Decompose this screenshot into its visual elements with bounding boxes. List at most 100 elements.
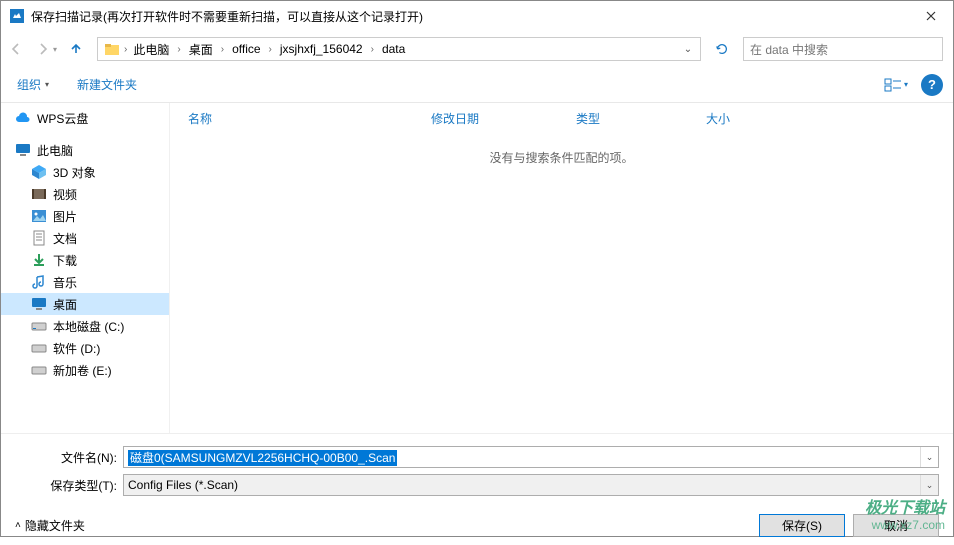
up-button[interactable]: [61, 34, 91, 64]
refresh-icon: [715, 42, 729, 56]
arrow-up-icon: [68, 41, 84, 57]
column-size[interactable]: 大小: [706, 110, 786, 127]
sidebar-item-label: 视频: [53, 186, 77, 203]
sidebar-item-label: 文档: [53, 230, 77, 247]
search-input[interactable]: 在 data 中搜索: [743, 37, 943, 61]
filename-label: 文件名(N):: [15, 449, 123, 466]
sidebar-item-music[interactable]: 音乐: [1, 271, 169, 293]
sidebar-item-thispc[interactable]: 此电脑: [1, 139, 169, 161]
sidebar-item-pictures[interactable]: 图片: [1, 205, 169, 227]
refresh-button[interactable]: [705, 37, 739, 61]
organize-label: 组织: [17, 76, 41, 93]
sidebar-item-label: 桌面: [53, 296, 77, 313]
crumb-thispc[interactable]: 此电脑: [127, 39, 175, 60]
chevron-right-icon: ›: [221, 44, 224, 55]
main-area: WPS云盘 此电脑 3D 对象 视频 图片 文档 下载 音乐: [1, 103, 953, 433]
close-button[interactable]: [908, 1, 953, 31]
forward-button[interactable]: ▾: [31, 34, 61, 64]
address-bar[interactable]: › 此电脑 › 桌面 › office › jxsjhxfj_156042 › …: [97, 37, 701, 61]
sidebar-item-label: 图片: [53, 208, 77, 225]
action-row: ˄ 隐藏文件夹 保存(S) 取消: [15, 514, 939, 537]
filename-dropdown[interactable]: ⌄: [920, 447, 938, 467]
cancel-button[interactable]: 取消: [853, 514, 939, 537]
filename-field[interactable]: 磁盘0(SAMSUNGMZVL2256HCHQ-00B00_.Scan ⌄: [123, 446, 939, 468]
column-headers: 名称 修改日期 类型 大小: [170, 103, 953, 133]
app-icon: [9, 8, 25, 24]
sidebar-item-label: 本地磁盘 (C:): [53, 318, 124, 335]
filetype-label: 保存类型(T):: [15, 477, 123, 494]
sidebar-item-disk-e[interactable]: 新加卷 (E:): [1, 359, 169, 381]
bottom-panel: 文件名(N): 磁盘0(SAMSUNGMZVL2256HCHQ-00B00_.S…: [1, 433, 953, 545]
column-type[interactable]: 类型: [576, 110, 706, 127]
titlebar: 保存扫描记录(再次打开软件时不需要重新扫描，可以直接从这个记录打开): [1, 1, 953, 31]
crumb-folder[interactable]: jxsjhxfj_156042: [274, 40, 369, 58]
column-name[interactable]: 名称: [188, 110, 431, 127]
view-mode-button[interactable]: ▾: [879, 73, 913, 97]
desktop-icon: [31, 296, 47, 312]
chevron-down-icon: ▾: [45, 80, 49, 89]
filename-value: 磁盘0(SAMSUNGMZVL2256HCHQ-00B00_.Scan: [128, 450, 397, 466]
cloud-icon: [15, 110, 31, 126]
sidebar-item-disk-c[interactable]: 本地磁盘 (C:): [1, 315, 169, 337]
help-label: ?: [928, 77, 936, 92]
new-folder-label: 新建文件夹: [77, 76, 137, 93]
window-title: 保存扫描记录(再次打开软件时不需要重新扫描，可以直接从这个记录打开): [31, 8, 908, 25]
sidebar-item-label: 3D 对象: [53, 164, 96, 181]
sidebar-item-downloads[interactable]: 下载: [1, 249, 169, 271]
sidebar-item-label: 此电脑: [37, 142, 73, 159]
download-icon: [31, 252, 47, 268]
hide-folders-label: 隐藏文件夹: [25, 517, 85, 534]
sidebar-item-documents[interactable]: 文档: [1, 227, 169, 249]
folder-icon: [104, 41, 120, 57]
navigation-row: ▾ › 此电脑 › 桌面 › office › jxsjhxfj_156042 …: [1, 31, 953, 67]
film-icon: [31, 186, 47, 202]
cube-icon: [31, 164, 47, 180]
monitor-icon: [15, 142, 31, 158]
picture-icon: [31, 208, 47, 224]
crumb-data[interactable]: data: [376, 40, 411, 58]
save-button[interactable]: 保存(S): [759, 514, 845, 537]
arrow-left-icon: [8, 41, 24, 57]
organize-button[interactable]: 组织 ▾: [11, 72, 55, 97]
save-label: 保存(S): [782, 517, 822, 534]
document-icon: [31, 230, 47, 246]
sidebar-item-desktop[interactable]: 桌面: [1, 293, 169, 315]
view-icon: [884, 78, 902, 92]
sidebar-item-videos[interactable]: 视频: [1, 183, 169, 205]
arrow-right-icon: [35, 41, 51, 57]
filetype-value: Config Files (*.Scan): [124, 478, 920, 492]
chevron-right-icon: ›: [371, 44, 374, 55]
disk-icon: [31, 318, 47, 334]
sidebar-item-label: 软件 (D:): [53, 340, 100, 357]
close-icon: [926, 11, 936, 21]
chevron-down-icon: ▾: [53, 45, 57, 54]
cancel-label: 取消: [884, 517, 908, 534]
column-date[interactable]: 修改日期: [431, 110, 576, 127]
sidebar-item-disk-d[interactable]: 软件 (D:): [1, 337, 169, 359]
crumb-desktop[interactable]: 桌面: [183, 39, 219, 60]
filetype-field[interactable]: Config Files (*.Scan) ⌄: [123, 474, 939, 496]
chevron-up-icon: ˄: [15, 520, 21, 531]
sidebar-item-label: 新加卷 (E:): [53, 362, 112, 379]
address-dropdown[interactable]: ⌄: [678, 44, 698, 55]
toolbar: 组织 ▾ 新建文件夹 ▾ ?: [1, 67, 953, 103]
sidebar-item-label: 音乐: [53, 274, 77, 291]
filetype-dropdown[interactable]: ⌄: [920, 475, 938, 495]
filename-row: 文件名(N): 磁盘0(SAMSUNGMZVL2256HCHQ-00B00_.S…: [15, 446, 939, 468]
content-pane: 名称 修改日期 类型 大小 没有与搜索条件匹配的项。: [169, 103, 953, 433]
empty-message: 没有与搜索条件匹配的项。: [170, 149, 953, 166]
help-button[interactable]: ?: [921, 74, 943, 96]
search-placeholder: 在 data 中搜索: [750, 41, 828, 58]
new-folder-button[interactable]: 新建文件夹: [71, 72, 143, 97]
back-button[interactable]: [1, 34, 31, 64]
music-icon: [31, 274, 47, 290]
sidebar-item-label: 下载: [53, 252, 77, 269]
disk-icon: [31, 340, 47, 356]
sidebar-item-wps[interactable]: WPS云盘: [1, 107, 169, 129]
sidebar-item-3d[interactable]: 3D 对象: [1, 161, 169, 183]
sidebar-item-label: WPS云盘: [37, 110, 88, 127]
hide-folders-button[interactable]: ˄ 隐藏文件夹: [15, 517, 85, 534]
crumb-office[interactable]: office: [226, 40, 266, 58]
chevron-right-icon: ›: [269, 44, 272, 55]
chevron-down-icon: ▾: [904, 80, 908, 89]
